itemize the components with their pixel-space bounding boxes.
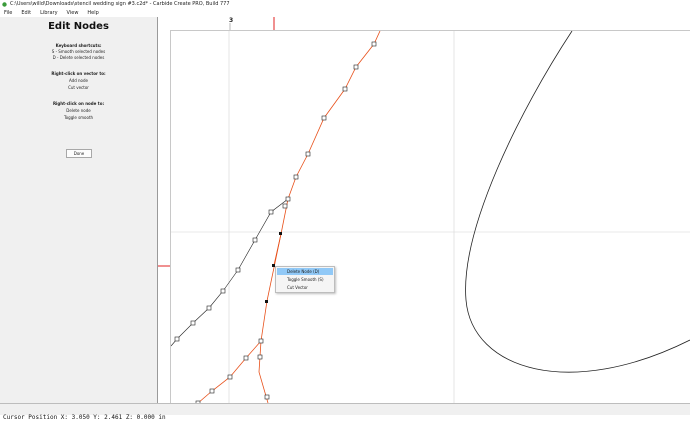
node: [209, 388, 215, 394]
node-toggle-smooth: Toggle smooth: [63, 115, 94, 120]
vector-heading: Right-click on vector to:: [51, 71, 106, 76]
node: [371, 41, 377, 47]
node: [268, 209, 274, 215]
menu-library[interactable]: Library: [40, 9, 57, 17]
menu-file[interactable]: File: [4, 9, 12, 17]
node: [258, 338, 264, 344]
menu-item-delete-node[interactable]: Delete Node (D): [277, 268, 333, 275]
node-selected: [279, 232, 282, 235]
edit-nodes-panel: Edit Nodes Keyboard shortcuts: S - Smoot…: [0, 17, 158, 403]
selected-path-left: [171, 198, 289, 347]
window-title: C:\Users\willd\Downloads\stencil wedding…: [10, 1, 230, 7]
node-delete: Delete node: [66, 108, 91, 113]
left-ruler: [158, 30, 171, 403]
node: [353, 64, 359, 70]
selected-path-lower: [258, 233, 282, 403]
vector-add-node: Add node: [69, 78, 88, 83]
node-heading: Right-click on node to:: [52, 101, 105, 106]
menu-item-label: Delete Node (D): [287, 269, 320, 274]
drawing-canvas[interactable]: [171, 31, 690, 403]
node: [321, 115, 327, 121]
node: [264, 394, 270, 400]
shortcut-delete: D - Delete selected nodes: [52, 55, 105, 60]
menu-view[interactable]: View: [67, 9, 79, 17]
node-selected: [265, 300, 268, 303]
done-button[interactable]: Done: [66, 149, 92, 158]
unselected-vector: [465, 31, 690, 373]
vector-cut: Cut vector: [68, 85, 89, 90]
ruler-label: 3: [229, 17, 234, 24]
menu-edit[interactable]: Edit: [21, 9, 31, 17]
node: [282, 203, 288, 209]
menu-item-label: Cut Vector: [287, 285, 308, 290]
selected-path-bottom: [197, 340, 262, 403]
node: [342, 86, 348, 92]
menu-help[interactable]: Help: [87, 9, 98, 17]
app-icon: [2, 2, 7, 7]
title-bar: C:\Users\willd\Downloads\stencil wedding…: [0, 0, 690, 9]
node: [220, 288, 226, 294]
cursor-position: Cursor Position X: 3.050 Y: 2.461 Z: 0.0…: [3, 414, 166, 421]
node: [190, 320, 196, 326]
menu-item-cut-vector[interactable]: Cut Vector: [277, 284, 333, 291]
node: [243, 355, 249, 361]
context-menu: Delete Node (D) Toggle Smooth (S) Cut Ve…: [275, 266, 335, 293]
node: [235, 267, 241, 273]
node: [206, 305, 212, 311]
node: [305, 151, 311, 157]
left-ruler-marks: [158, 265, 170, 267]
node: [293, 174, 299, 180]
node: [174, 336, 180, 342]
node-markers: [174, 41, 377, 403]
top-ruler: [158, 17, 690, 31]
menu-item-toggle-smooth[interactable]: Toggle Smooth (S): [277, 276, 333, 283]
node: [252, 237, 258, 243]
panel-title: Edit Nodes: [48, 21, 109, 32]
status-bar: Cursor Position X: 3.050 Y: 2.461 Z: 0.0…: [0, 403, 690, 421]
selected-path-upper: [273, 31, 381, 266]
top-ruler-marks: [229, 17, 275, 30]
node: [257, 354, 263, 360]
menu-bar: File Edit Library View Help: [0, 9, 690, 17]
menu-item-label: Toggle Smooth (S): [287, 277, 324, 282]
node: [227, 374, 233, 380]
node: [285, 196, 291, 202]
